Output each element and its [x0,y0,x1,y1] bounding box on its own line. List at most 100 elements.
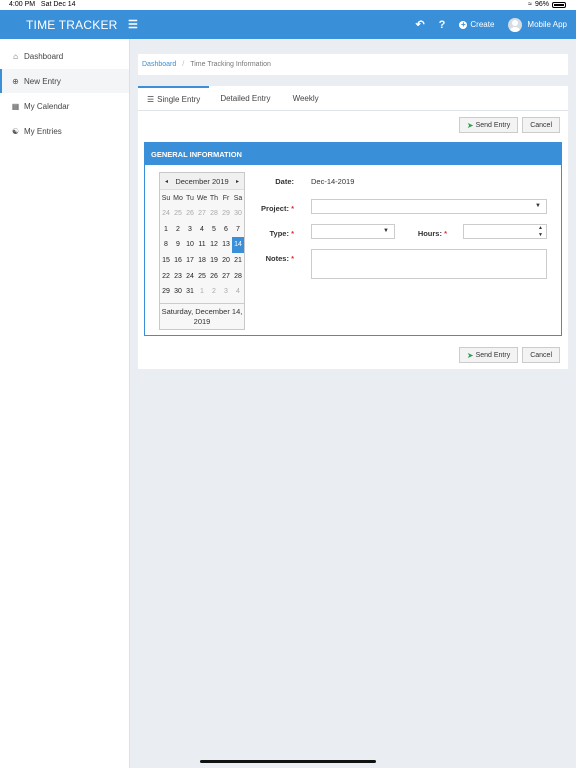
notes-label: Notes: * [265,254,294,263]
create-label: Create [470,20,495,29]
sidebar-item-new-entry[interactable]: ⊕ New Entry [0,69,129,93]
app-brand[interactable]: TIME TRACKER [26,18,118,32]
calendar-day[interactable]: 4 [196,222,208,238]
sidebar-item-my-entries[interactable]: ☯ My Entries [0,119,129,143]
calendar-day[interactable]: 16 [172,253,184,269]
calendar-day[interactable]: 5 [208,222,220,238]
calendar-day[interactable]: 26 [184,206,196,222]
calendar-day[interactable]: 4 [232,284,244,300]
create-button[interactable]: + Create [459,20,494,29]
plus-circle-icon: ⊕ [12,76,19,86]
sidebar-item-label: My Calendar [24,101,70,111]
calendar-day[interactable]: 21 [232,253,244,269]
sidebar-item-dashboard[interactable]: ⌂ Dashboard [0,44,129,68]
calendar-day[interactable]: 13 [220,237,232,253]
breadcrumb: Dashboard / Time Tracking Information [138,54,568,75]
calendar-day[interactable]: 17 [184,253,196,269]
calendar-day[interactable]: 30 [172,284,184,300]
calendar-day[interactable]: 28 [208,206,220,222]
calendar-day[interactable]: 18 [196,253,208,269]
calendar-day[interactable]: 11 [196,237,208,253]
user-label: Mobile App [527,20,567,29]
calendar-day[interactable]: 3 [184,222,196,238]
calendar-day[interactable]: 22 [160,269,172,285]
tab-single-entry[interactable]: ☰ Single Entry [138,86,210,111]
date-picker-calendar: ◂ December 2019 ▸ Su Mo Tu We Th Fr Sa 2… [159,172,245,330]
stepper-arrows-icon[interactable]: ▲ ▼ [538,225,543,238]
send-entry-button[interactable]: ➤ Send Entry [458,347,519,363]
calendar-day[interactable]: 1 [160,222,172,238]
calendar-day[interactable]: 29 [160,284,172,300]
general-info-card: GENERAL INFORMATION ◂ December 2019 ▸ Su… [144,142,562,336]
type-select[interactable]: ▼ [311,224,395,239]
list-icon: ☰ [147,95,155,104]
calendar-day-name: We [196,195,208,202]
calendar-day[interactable]: 25 [196,269,208,285]
calendar-day[interactable]: 12 [208,237,220,253]
next-month-icon[interactable]: ▸ [236,178,239,185]
project-select[interactable]: ▼ [311,199,547,214]
sidebar-item-label: My Entries [24,126,62,136]
send-icon: ➤ [466,350,474,360]
calendar-day[interactable]: 28 [232,269,244,285]
calendar-day[interactable]: 24 [184,269,196,285]
calendar-day[interactable]: 7 [232,222,244,238]
calendar-day[interactable]: 24 [160,206,172,222]
send-label: Send Entry [475,351,511,359]
project-label: Project: * [261,204,294,213]
calendar-day[interactable]: 20 [220,253,232,269]
chevron-down-icon: ▼ [535,203,541,209]
calendar-day[interactable]: 8 [160,237,172,253]
cancel-button[interactable]: Cancel [522,117,560,133]
calendar-day[interactable]: 23 [172,269,184,285]
calendar-day[interactable]: 25 [172,206,184,222]
prev-month-icon[interactable]: ◂ [165,178,168,185]
calendar-day[interactable]: 27 [220,269,232,285]
type-label: Type: * [269,229,294,238]
calendar-day[interactable]: 6 [220,222,232,238]
calendar-header: ◂ December 2019 ▸ [160,173,244,190]
calendar-day[interactable]: 15 [160,253,172,269]
calendar-grid: Su Mo Tu We Th Fr Sa 24 25 26 27 28 29 3… [160,190,244,300]
cancel-button[interactable]: Cancel [522,347,560,363]
top-navbar: TIME TRACKER ☰ ↶ ? + Create Mobile App [0,10,576,39]
tab-weekly[interactable]: Weekly [282,86,330,111]
battery-percent: 96% [534,1,549,8]
notes-textarea[interactable] [311,249,547,279]
hours-stepper[interactable]: ▲ ▼ [463,224,547,239]
calendar-day-name: Mo [173,195,183,202]
undo-arrow-icon[interactable]: ↶ [415,18,424,31]
calendar-day[interactable]: 27 [196,206,208,222]
sidebar: ⌂ Dashboard ⊕ New Entry ▦ My Calendar ☯ … [0,39,130,768]
user-menu[interactable]: Mobile App [508,17,567,32]
calendar-day[interactable]: 10 [184,237,196,253]
send-icon: ➤ [466,120,474,130]
calendar-day-selected[interactable]: 14 [232,237,244,254]
status-right: ≈ 96% [528,1,566,8]
sidebar-item-my-calendar[interactable]: ▦ My Calendar [0,94,129,118]
calendar-day[interactable]: 31 [184,284,196,300]
calendar-day[interactable]: 2 [172,222,184,238]
calendar-day[interactable]: 26 [208,269,220,285]
home-icon: ⌂ [13,51,18,61]
breadcrumb-home[interactable]: Dashboard [142,61,176,68]
tab-label: Weekly [292,94,319,103]
calendar-day[interactable]: 29 [220,206,232,222]
hamburger-icon[interactable]: ☰ [128,18,138,31]
calendar-day[interactable]: 19 [208,253,220,269]
calendar-footer-line1: Saturday, December 14, [161,307,243,316]
calendar-day[interactable]: 30 [232,206,244,222]
tab-label: Detailed Entry [220,94,271,103]
calendar-day-name: Th [209,195,219,202]
home-indicator [200,760,376,763]
calendar-day[interactable]: 9 [172,237,184,253]
calendar-day[interactable]: 3 [220,284,232,300]
help-icon[interactable]: ? [439,19,446,31]
entry-tabs: ☰ Single Entry Detailed Entry Weekly [138,86,568,111]
calendar-day[interactable]: 2 [208,284,220,300]
sidebar-item-label: Dashboard [24,51,64,61]
calendar-day[interactable]: 1 [196,284,208,300]
bottom-actions: ➤ Send Entry Cancel [458,347,560,363]
send-entry-button[interactable]: ➤ Send Entry [458,117,519,133]
tab-detailed-entry[interactable]: Detailed Entry [209,86,281,111]
